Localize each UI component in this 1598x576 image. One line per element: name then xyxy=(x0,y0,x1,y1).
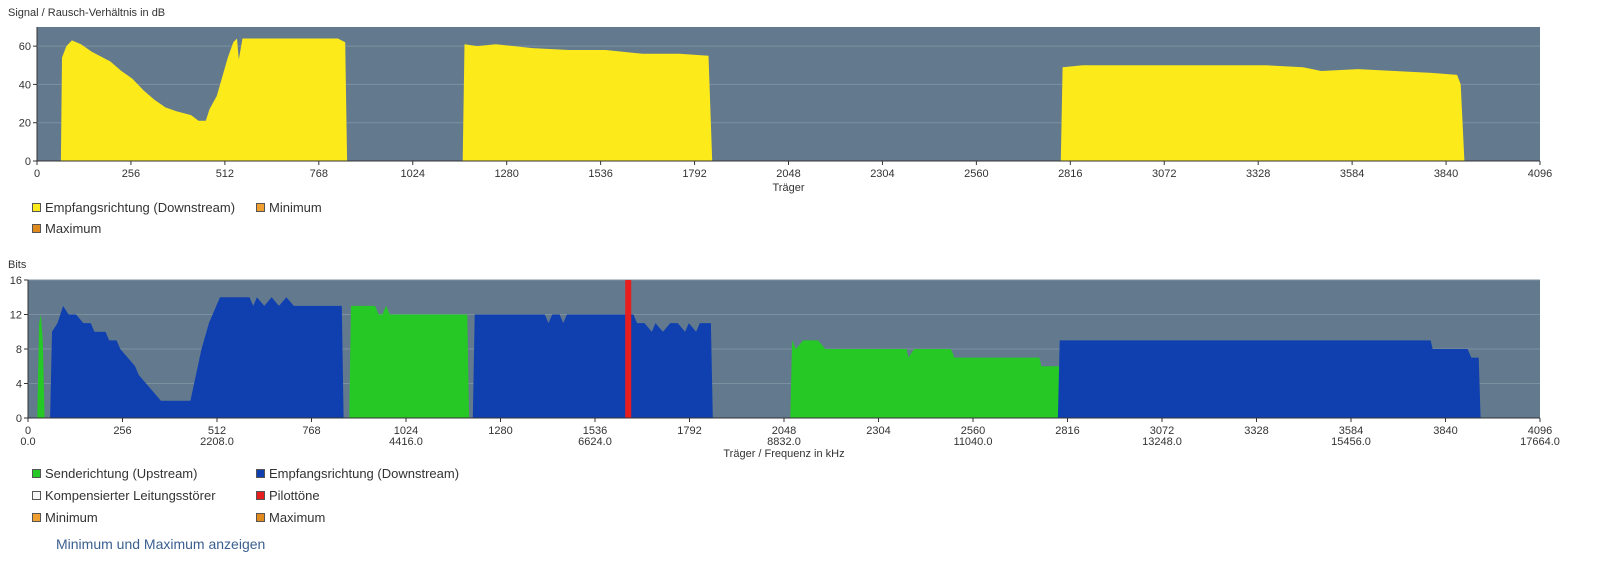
bits-x-tick-label: 3840 xyxy=(1433,425,1457,437)
bits-pilot-tones xyxy=(625,280,632,418)
bits-x-tick-label: 1792 xyxy=(677,425,701,437)
bits-x-tick-label: 768 xyxy=(302,425,320,437)
snr-y-tick-label: 0 xyxy=(25,156,31,168)
legend-item-downstream[interactable]: Empfangsrichtung (Downstream) xyxy=(256,466,459,481)
bits-frequency-ticks: 0.0 2208.0 4416.0 6624.0 8832.0 11040.0 13248.… xyxy=(20,436,1560,448)
snr-y-ticks: 0 20 40 60 xyxy=(19,27,38,168)
bits-chart-title: Bits xyxy=(8,259,27,271)
bits-y-tick-label: 4 xyxy=(16,379,22,391)
snr-x-tick-label: 3072 xyxy=(1152,168,1176,180)
legend-item-snr-downstream[interactable]: Empfangsrichtung (Downstream) xyxy=(32,200,235,215)
bits-y-ticks: 0 4 8 12 16 xyxy=(10,275,29,425)
snr-x-tick-label: 1792 xyxy=(682,168,706,180)
legend-label: Pilottöne xyxy=(269,488,320,503)
legend-item-bits-minimum[interactable]: Minimum xyxy=(32,510,98,525)
legend-swatch-bits-maximum xyxy=(256,513,265,522)
bits-frequency-tick-label: 11040.0 xyxy=(954,436,993,448)
bits-frequency-tick-label: 2208.0 xyxy=(200,436,234,448)
legend-swatch-snr-maximum xyxy=(32,224,41,233)
legend-swatch-pilot-tones xyxy=(256,491,265,500)
snr-y-tick-label: 60 xyxy=(19,41,31,53)
pilot-tone-bar xyxy=(625,280,632,418)
legend-swatch-compensated-interferer xyxy=(32,491,41,500)
bits-x-ticks: 0 256 512 768 1024 1280 1536 1792 2048 2304 2560 28… xyxy=(25,417,1552,437)
snr-x-tick-label: 2560 xyxy=(964,168,988,180)
bits-frequency-tick-label: 0.0 xyxy=(20,436,35,448)
bits-frequency-tick-label: 8832.0 xyxy=(767,436,801,448)
snr-x-tick-label: 768 xyxy=(310,168,328,180)
snr-x-tick-label: 2816 xyxy=(1058,168,1082,180)
legend-item-upstream[interactable]: Senderichtung (Upstream) xyxy=(32,466,197,481)
bits-x-tick-label: 3328 xyxy=(1244,425,1268,437)
bits-x-tick-label: 256 xyxy=(113,425,131,437)
snr-x-tick-label: 1280 xyxy=(494,168,518,180)
snr-x-tick-label: 4096 xyxy=(1528,168,1552,180)
snr-x-ticks: 0 256 512 768 1024 1280 1536 1792 2048 2304 2560 28… xyxy=(34,160,1552,180)
legend-swatch-bits-minimum xyxy=(32,513,41,522)
snr-x-tick-label: 1536 xyxy=(588,168,612,180)
snr-x-tick-label: 256 xyxy=(122,168,140,180)
bits-y-tick-label: 16 xyxy=(10,275,22,287)
bits-frequency-tick-label: 13248.0 xyxy=(1142,436,1182,448)
snr-x-tick-label: 3584 xyxy=(1340,168,1364,180)
legend-label: Minimum xyxy=(269,200,322,215)
legend-label: Empfangsrichtung (Downstream) xyxy=(45,200,236,215)
snr-x-tick-label: 3840 xyxy=(1434,168,1458,180)
legend-item-bits-maximum[interactable]: Maximum xyxy=(256,510,325,525)
snr-chart-title: Signal / Rausch-Verhältnis in dB xyxy=(8,7,165,19)
snr-y-tick-label: 40 xyxy=(19,79,31,91)
legend-swatch-downstream xyxy=(256,469,265,478)
snr-x-tick-label: 1024 xyxy=(401,168,425,180)
bits-x-tick-label: 2304 xyxy=(866,425,890,437)
legend-swatch-snr-downstream xyxy=(32,203,41,212)
legend-label: Senderichtung (Upstream) xyxy=(45,466,198,481)
bits-x-tick-label: 1280 xyxy=(488,425,512,437)
bits-y-tick-label: 12 xyxy=(10,310,22,322)
bits-frequency-tick-label: 15456.0 xyxy=(1331,436,1371,448)
show-min-max-link[interactable]: Minimum und Maximum anzeigen xyxy=(56,536,265,552)
snr-chart: Signal / Rausch-Verhältnis in dB 0 20 40 60… xyxy=(8,7,1552,194)
snr-x-axis-label: Träger xyxy=(773,182,805,194)
legend-label: Maximum xyxy=(269,510,326,525)
legend-label: Maximum xyxy=(45,221,102,236)
legend-swatch-upstream xyxy=(32,469,41,478)
snr-x-tick-label: 3328 xyxy=(1246,168,1270,180)
legend-label: Kompensierter Leitungsstörer xyxy=(45,488,216,503)
bits-x-tick-label: 2816 xyxy=(1055,425,1079,437)
snr-x-tick-label: 2048 xyxy=(776,168,800,180)
legend-item-pilot-tones[interactable]: Pilottöne xyxy=(256,488,320,503)
bits-frequency-tick-label: 4416.0 xyxy=(389,436,423,448)
bits-frequency-tick-label: 17664.0 xyxy=(1520,436,1560,448)
legend-label: Minimum xyxy=(45,510,98,525)
snr-x-tick-label: 2304 xyxy=(870,168,894,180)
bits-chart: Bits 0481216 0 256 512 768 1024 1280 1536 1792 2… xyxy=(8,259,1560,460)
legend-item-compensated-interferer[interactable]: Kompensierter Leitungsstörer xyxy=(32,488,216,503)
snr-y-tick-label: 20 xyxy=(19,118,31,130)
snr-x-tick-label: 0 xyxy=(34,168,40,180)
bits-y-tick-label: 8 xyxy=(16,344,22,356)
legend-swatch-snr-minimum xyxy=(256,203,265,212)
legend-label: Empfangsrichtung (Downstream) xyxy=(269,466,460,481)
bits-x-axis-label: Träger / Frequenz in kHz xyxy=(723,448,844,460)
legend-item-snr-minimum[interactable]: Minimum xyxy=(256,200,322,215)
legend-item-snr-maximum[interactable]: Maximum xyxy=(32,221,101,236)
snr-x-tick-label: 512 xyxy=(216,168,234,180)
bits-frequency-tick-label: 6624.0 xyxy=(578,436,612,448)
bits-y-tick-label: 0 xyxy=(16,413,22,425)
